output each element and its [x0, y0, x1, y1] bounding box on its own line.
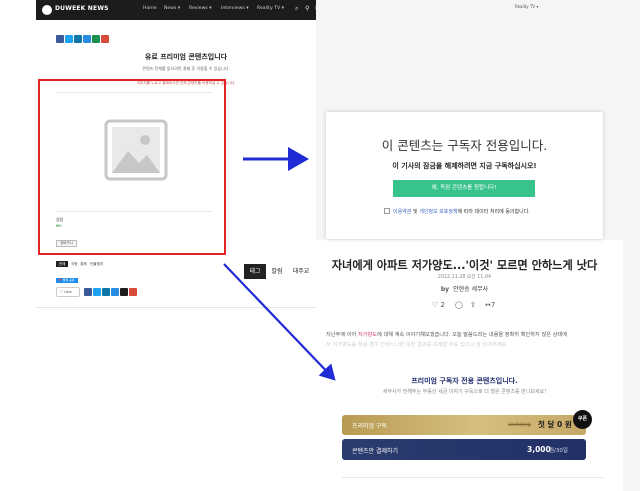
screenshot-stage: DUWEEK NEWS Home News ▾ Reviews ▾ Interv…: [0, 0, 640, 491]
annotation-arrows: [223, 147, 336, 381]
arrow-to-premium-section: [223, 263, 336, 381]
